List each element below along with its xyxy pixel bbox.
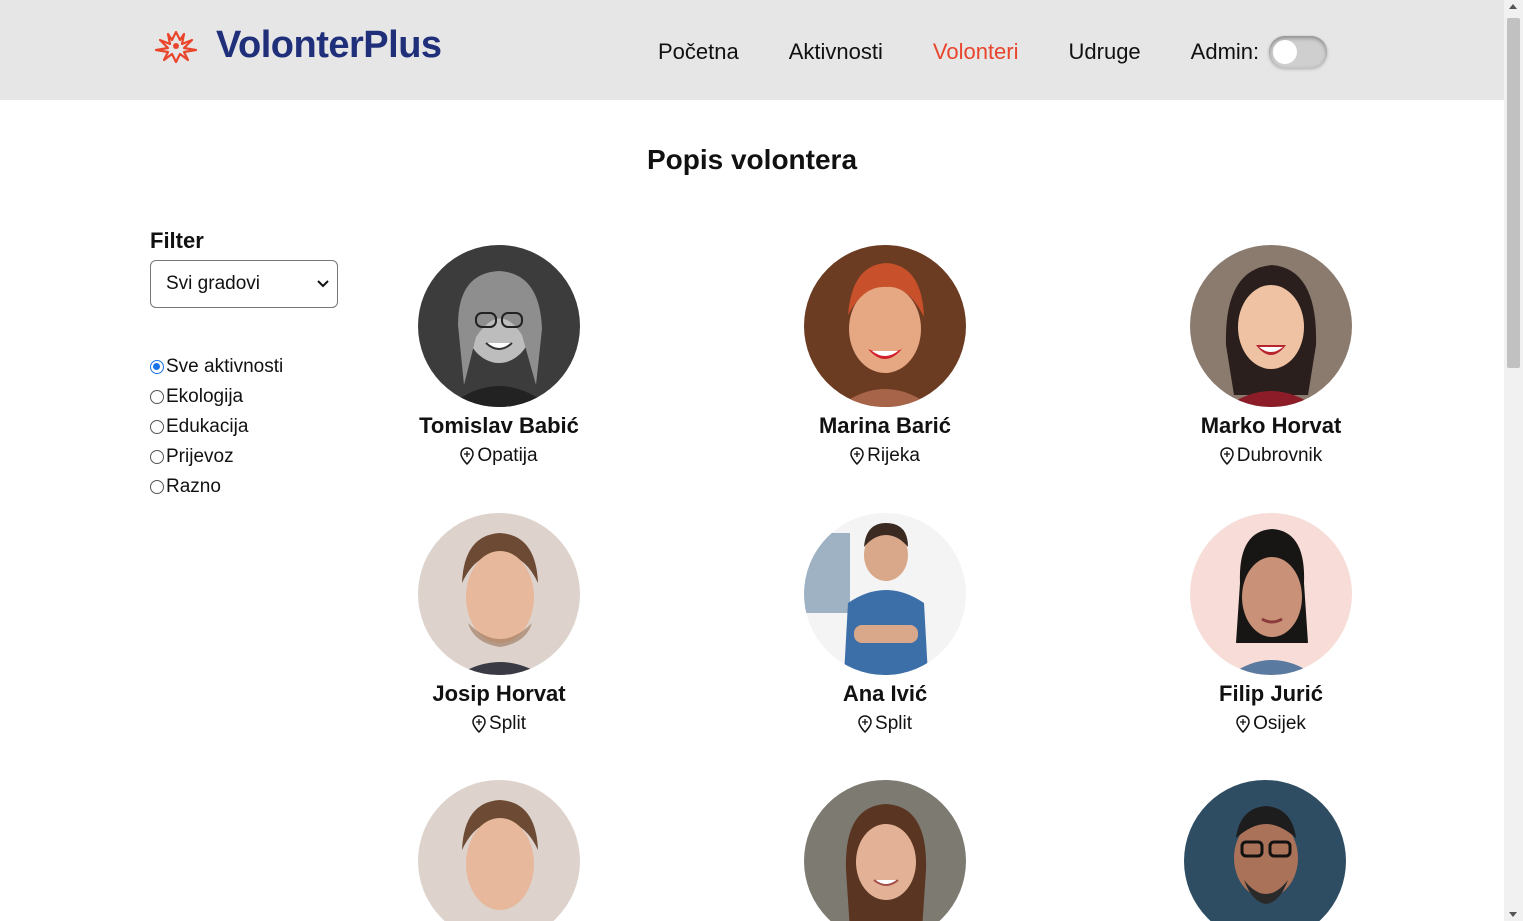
scroll-thumb[interactable] (1507, 18, 1520, 368)
radio-row-sve[interactable]: Sve aktivnosti (150, 352, 350, 382)
volunteer-name: Tomislav Babić (419, 413, 579, 438)
location-pin-icon (460, 447, 475, 465)
volunteer-card[interactable]: Ana Ivić Split (775, 513, 995, 735)
volunteer-city-text: Rijeka (867, 445, 920, 466)
volunteer-name: Marina Barić (818, 413, 952, 438)
volunteer-city: Split (390, 713, 609, 735)
volunteer-city-text: Dubrovnik (1236, 445, 1323, 466)
volunteer-name: Ana Ivić (842, 681, 928, 706)
radio-row-razno[interactable]: Razno (150, 472, 350, 502)
scroll-up-icon[interactable] (1509, 4, 1517, 9)
radio-ekologija[interactable] (150, 390, 164, 404)
volunteer-card[interactable] (1155, 780, 1375, 921)
radio-label: Sve aktivnosti (166, 356, 284, 377)
avatar (804, 513, 966, 675)
nav-item-volonteri[interactable]: Volonteri (933, 39, 1019, 65)
admin-label: Admin: (1190, 39, 1260, 64)
radio-sve[interactable] (150, 360, 164, 374)
main-nav: Početna Aktivnosti Volonteri Udruge Admi… (658, 36, 1328, 68)
location-pin-icon (1219, 447, 1234, 465)
city-select-value: Svi gradovi (166, 273, 260, 294)
scroll-down-icon[interactable] (1509, 912, 1517, 917)
logo-text: VolonterPlus (216, 24, 442, 66)
avatar (418, 780, 580, 921)
volunteer-city-text: Opatija (477, 445, 538, 466)
radio-row-ekologija[interactable]: Ekologija (150, 382, 350, 412)
radio-row-edukacija[interactable]: Edukacija (150, 412, 350, 442)
volunteer-grid: Tomislav Babić Opatija Marina Barić Rije… (390, 245, 1470, 921)
avatar (418, 513, 580, 675)
nav-item-aktivnosti[interactable]: Aktivnosti (789, 39, 883, 65)
location-pin-icon (858, 715, 872, 733)
radio-label: Prijevoz (166, 446, 234, 467)
filter-title: Filter (150, 228, 204, 253)
avatar (1184, 780, 1346, 921)
scrollbar[interactable] (1504, 0, 1523, 921)
volunteer-card[interactable] (390, 780, 609, 921)
volunteer-card[interactable]: Marina Barić Rijeka (775, 245, 995, 467)
avatar (804, 780, 966, 921)
city-select[interactable]: Svi gradovi (150, 260, 338, 308)
volunteer-card[interactable]: Tomislav Babić Opatija (390, 245, 609, 467)
radio-razno[interactable] (150, 480, 164, 494)
location-pin-icon (1236, 715, 1250, 733)
volunteer-city: Dubrovnik (1161, 445, 1381, 467)
radio-label: Edukacija (166, 416, 249, 437)
nav-item-udruge[interactable]: Udruge (1069, 39, 1141, 65)
radio-label: Ekologija (166, 386, 244, 407)
volunteer-city-text: Osijek (1253, 713, 1306, 734)
radio-prijevoz[interactable] (150, 450, 164, 464)
activity-radio-group: Sve aktivnosti Ekologija Edukacija Prije… (150, 352, 350, 502)
volunteer-city-text: Split (875, 713, 912, 734)
avatar (1190, 513, 1352, 675)
radio-label: Razno (166, 476, 221, 497)
volunteer-name: Filip Jurić (1219, 681, 1323, 706)
radio-edukacija[interactable] (150, 420, 164, 434)
volunteer-card[interactable]: Marko Horvat Dubrovnik (1161, 245, 1381, 467)
logo-icon (154, 30, 198, 63)
logo[interactable]: VolonterPlus (150, 24, 442, 67)
volunteer-city: Rijeka (775, 445, 995, 467)
chevron-down-icon (317, 280, 329, 288)
avatar (804, 245, 966, 407)
nav-item-pocetna[interactable]: Početna (658, 39, 739, 65)
volunteer-card[interactable]: Josip Horvat Split (390, 513, 609, 735)
location-pin-icon (472, 715, 486, 733)
volunteer-city: Split (775, 713, 995, 735)
volunteer-card[interactable] (775, 780, 995, 921)
volunteer-city-text: Split (489, 713, 526, 734)
volunteer-city: Opatija (390, 445, 609, 467)
admin-toggle-group: Admin: (1190, 36, 1328, 68)
admin-toggle[interactable] (1269, 36, 1328, 68)
volunteer-city: Osijek (1161, 713, 1381, 735)
volunteer-name: Marko Horvat (1200, 413, 1342, 438)
header: VolonterPlus Početna Aktivnosti Volonter… (0, 0, 1504, 100)
avatar (418, 245, 580, 407)
page-title: Popis volontera (646, 144, 858, 175)
avatar (1190, 245, 1352, 407)
toggle-knob (1273, 40, 1298, 64)
radio-row-prijevoz[interactable]: Prijevoz (150, 442, 350, 472)
volunteer-card[interactable]: Filip Jurić Osijek (1161, 513, 1381, 735)
volunteer-name: Josip Horvat (432, 681, 566, 706)
filter-panel: Filter Svi gradovi Sve aktivnosti Ekolog… (150, 228, 350, 502)
location-pin-icon (850, 447, 864, 465)
